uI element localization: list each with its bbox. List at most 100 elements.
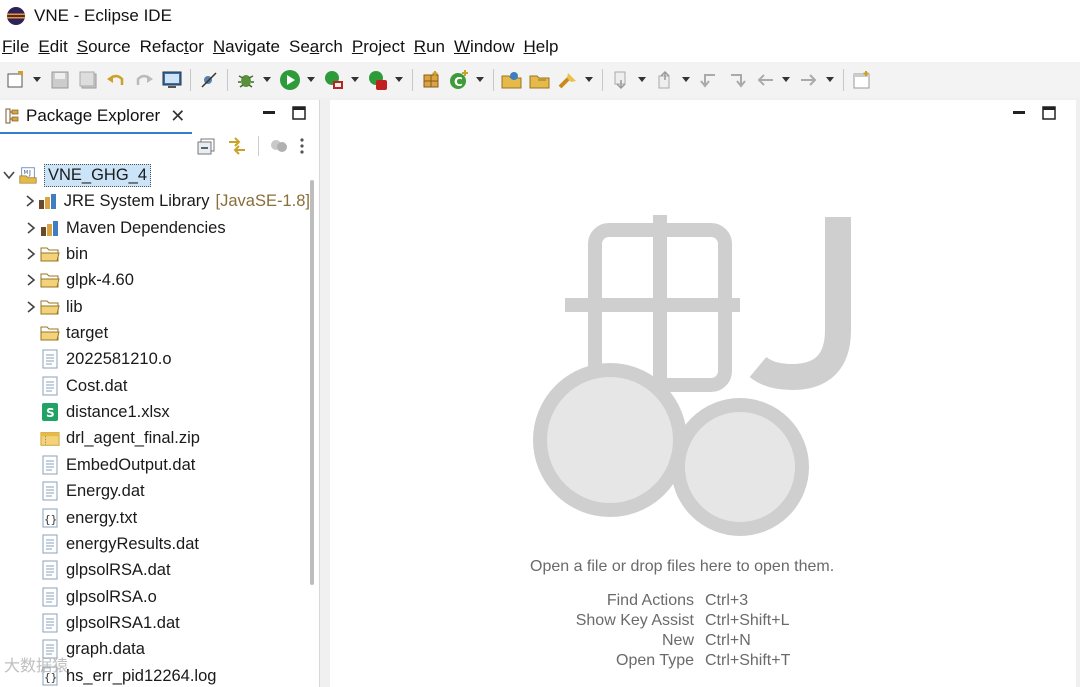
chevron-right-icon[interactable] <box>22 274 40 286</box>
new-class-dropdown-icon[interactable] <box>475 68 485 92</box>
tree-item[interactable]: lib <box>0 294 310 320</box>
new-java-package-icon[interactable] <box>419 68 443 92</box>
json-file-icon: {} <box>40 508 60 528</box>
tree-item[interactable]: glpk-4.60 <box>0 267 310 293</box>
tree-item-label: JRE System Library <box>63 191 210 210</box>
tree-item-label: 2022581210.o <box>66 349 172 368</box>
coverage-dropdown-icon[interactable] <box>350 68 360 92</box>
open-perspective-icon[interactable] <box>850 68 874 92</box>
tree-item[interactable]: Sdistance1.xlsx <box>0 399 310 425</box>
redo-icon[interactable] <box>132 68 156 92</box>
next-annotation-dropdown-icon[interactable] <box>637 68 647 92</box>
menu-item[interactable]: Run <box>414 37 454 57</box>
new-icon[interactable] <box>4 68 28 92</box>
menu-item[interactable]: Source <box>77 37 140 57</box>
next-annotation-icon[interactable] <box>609 68 633 92</box>
tree-item-label: Maven Dependencies <box>66 218 226 237</box>
view-menu-icon[interactable] <box>299 137 305 155</box>
tree-item[interactable]: target <box>0 320 310 346</box>
chevron-right-icon[interactable] <box>22 195 38 207</box>
tree-root-project[interactable]: M J VNE_GHG_4 <box>0 162 310 188</box>
tree-item-label: hs_err_pid12264.log <box>66 666 217 685</box>
focus-on-active-task-icon[interactable] <box>269 137 289 155</box>
tree-item[interactable]: 2022581210.o <box>0 346 310 372</box>
terminal-icon[interactable] <box>160 68 184 92</box>
back-icon[interactable] <box>753 68 777 92</box>
tree-item-label: lib <box>66 297 83 316</box>
menu-bar: File Edit Source Refactor Navigate Search Proj… <box>0 32 1080 62</box>
run-icon[interactable] <box>278 68 302 92</box>
package-explorer-tab[interactable]: Package Explorer ✕ <box>0 100 192 134</box>
folder-icon <box>40 270 60 290</box>
tree-item[interactable]: drl_agent_final.zip <box>0 425 310 451</box>
tree-item-label: glpsolRSA.dat <box>66 560 171 579</box>
eclipse-logo-icon <box>7 7 25 25</box>
last-edit-location-icon[interactable] <box>697 68 721 92</box>
chevron-right-icon[interactable] <box>22 248 40 260</box>
menu-item[interactable]: Navigate <box>213 37 289 57</box>
close-icon[interactable]: ✕ <box>170 106 185 127</box>
tree-item[interactable]: Cost.dat <box>0 373 310 399</box>
undo-icon[interactable] <box>104 68 128 92</box>
save-icon[interactable] <box>48 68 72 92</box>
tree-item[interactable]: Energy.dat <box>0 478 310 504</box>
menu-item[interactable]: Window <box>454 37 523 57</box>
debug-icon[interactable] <box>234 68 258 92</box>
tree-item[interactable]: glpsolRSA1.dat <box>0 610 310 636</box>
tree-scrollbar[interactable] <box>310 180 314 585</box>
tree-item-label: drl_agent_final.zip <box>66 428 200 447</box>
shortcut-name: New <box>661 632 694 649</box>
previous-annotation-icon[interactable] <box>653 68 677 92</box>
tree-item[interactable]: Maven Dependencies <box>0 215 310 241</box>
menu-item[interactable]: Search <box>289 37 352 57</box>
search-flashlight-icon[interactable] <box>556 68 580 92</box>
menu-item[interactable]: Help <box>523 37 567 57</box>
tree-item[interactable]: EmbedOutput.dat <box>0 452 310 478</box>
skip-breakpoints-icon[interactable] <box>197 68 221 92</box>
svg-text:M: M <box>23 170 28 176</box>
save-all-icon[interactable] <box>76 68 100 92</box>
run-dropdown-icon[interactable] <box>306 68 316 92</box>
tree-item-label: Cost.dat <box>66 376 128 395</box>
minimize-icon[interactable] <box>262 106 276 120</box>
link-with-editor-icon[interactable] <box>226 136 248 156</box>
empty-editor-logo-icon <box>533 215 851 536</box>
tree-item[interactable]: JRE System Library [JavaSE-1.8] <box>0 188 310 214</box>
menu-item[interactable]: Edit <box>38 37 76 57</box>
open-type-icon[interactable] <box>500 68 524 92</box>
chevron-down-icon[interactable] <box>0 170 18 180</box>
forward-dropdown-icon[interactable] <box>825 68 835 92</box>
menu-item[interactable]: File <box>2 37 38 57</box>
shortcut-key: Ctrl+Shift+L <box>705 612 790 629</box>
menu-item[interactable]: Project <box>352 37 414 57</box>
previous-annotation-dropdown-icon[interactable] <box>681 68 691 92</box>
tree-item[interactable]: glpsolRSA.o <box>0 584 310 610</box>
chevron-right-icon[interactable] <box>22 301 40 313</box>
minimize-icon[interactable] <box>1012 106 1026 120</box>
tree-item[interactable]: {} energy.txt <box>0 505 310 531</box>
zip-icon <box>40 428 60 448</box>
forward-icon[interactable] <box>797 68 821 92</box>
package-explorer-icon <box>5 108 19 124</box>
new-java-class-icon[interactable]: C <box>447 68 471 92</box>
spreadsheet-icon: S <box>40 402 60 422</box>
tree-item-label: bin <box>66 244 89 263</box>
maximize-icon[interactable] <box>292 106 306 120</box>
collapse-all-icon[interactable] <box>196 137 216 155</box>
back-dropdown-icon[interactable] <box>781 68 791 92</box>
chevron-right-icon[interactable] <box>22 222 40 234</box>
search-dropdown-icon[interactable] <box>584 68 594 92</box>
tree-item[interactable]: energyResults.dat <box>0 531 310 557</box>
tree-item[interactable]: bin <box>0 241 310 267</box>
tree-item-label: target <box>66 323 109 342</box>
open-task-icon[interactable] <box>528 68 552 92</box>
debug-dropdown-icon[interactable] <box>262 68 272 92</box>
maximize-icon[interactable] <box>1042 106 1056 120</box>
run-external-tool-icon[interactable] <box>366 68 390 92</box>
external-tool-dropdown-icon[interactable] <box>394 68 404 92</box>
forward-edit-location-icon[interactable] <box>725 68 749 92</box>
new-dropdown-icon[interactable] <box>32 68 42 92</box>
menu-item[interactable]: Refactor <box>140 37 213 57</box>
coverage-icon[interactable] <box>322 68 346 92</box>
tree-item[interactable]: glpsolRSA.dat <box>0 557 310 583</box>
